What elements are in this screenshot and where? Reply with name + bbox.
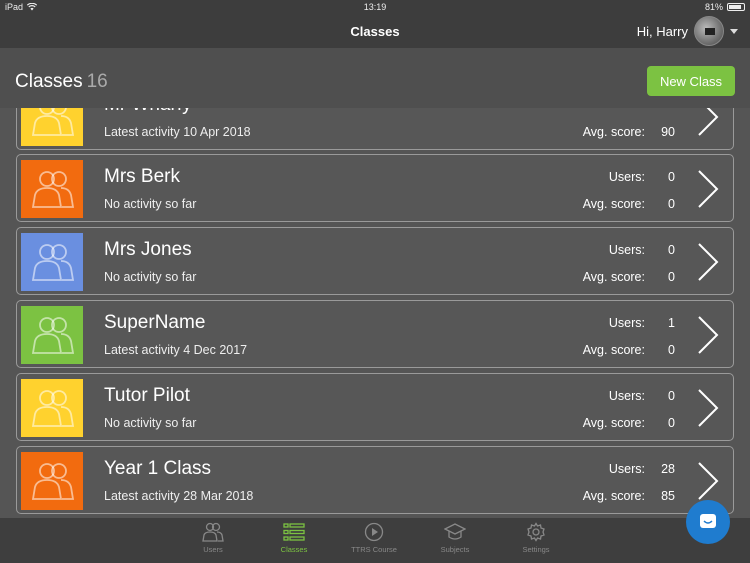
users-label: Users:: [608, 316, 645, 330]
users-icon: [31, 244, 75, 281]
class-card[interactable]: Mrs Berk No activity so far Users: 0 Avg…: [16, 154, 734, 222]
chat-button[interactable]: [686, 500, 730, 544]
users-icon: [31, 463, 75, 500]
chevron-right-icon[interactable]: [697, 388, 719, 428]
status-bar: iPad 13:19 81%: [0, 0, 750, 14]
avg-score-value: 0: [668, 343, 675, 357]
chevron-down-icon[interactable]: [730, 28, 738, 34]
tab-label: Users: [203, 545, 223, 554]
class-name: Year 1 Class: [104, 458, 212, 479]
avg-score-value: 0: [668, 416, 675, 430]
users-label: Users:: [608, 462, 645, 476]
avg-score-value: 90: [661, 125, 675, 139]
class-activity: No activity so far: [104, 270, 197, 284]
battery-icon: [727, 3, 745, 11]
chevron-right-icon[interactable]: [697, 169, 719, 209]
class-activity: Latest activity 10 Apr 2018: [104, 125, 251, 139]
users-label: Users:: [608, 243, 645, 257]
battery-percent: 81%: [704, 2, 723, 12]
avg-score-label: Avg. score:: [582, 489, 645, 503]
class-name: SuperName: [104, 312, 206, 333]
tab-settings[interactable]: Settings: [496, 522, 576, 554]
avg-score-label: Avg. score:: [582, 416, 645, 430]
chevron-right-icon[interactable]: [697, 242, 719, 282]
tab-label: Subjects: [440, 545, 470, 554]
class-card[interactable]: Tutor Pilot No activity so far Users: 0 …: [16, 373, 734, 441]
class-card[interactable]: Mr Wharfy Latest activity 10 Apr 2018 Av…: [16, 108, 734, 150]
avatar[interactable]: [694, 16, 724, 46]
class-name: Mrs Berk: [104, 166, 180, 187]
class-name: Mr Wharfy: [104, 108, 192, 116]
status-battery: 81%: [705, 2, 745, 12]
class-card[interactable]: Year 1 Class Latest activity 28 Mar 2018…: [16, 446, 734, 514]
class-activity: Latest activity 4 Dec 2017: [104, 343, 248, 357]
users-value: 0: [668, 243, 675, 257]
class-name: Tutor Pilot: [104, 385, 190, 406]
users-icon: [31, 171, 75, 208]
avg-score-label: Avg. score:: [582, 197, 645, 211]
users-value: 28: [661, 462, 675, 476]
chat-icon: [700, 514, 716, 528]
chevron-right-icon[interactable]: [697, 315, 719, 355]
page-title: Classes 16: [15, 71, 108, 93]
users-icon: [31, 390, 75, 427]
avg-score-value: 0: [668, 197, 675, 211]
tab-users[interactable]: Users: [173, 522, 253, 554]
chevron-right-icon[interactable]: [697, 108, 719, 137]
users-label: Users:: [608, 389, 645, 403]
tab-classes[interactable]: Classes: [254, 522, 334, 554]
nav-bar: Classes Hi, Harry: [0, 14, 750, 48]
class-activity: No activity so far: [104, 416, 197, 430]
class-thumbnail: [21, 160, 83, 218]
graduation-cap-icon: [444, 523, 466, 540]
chevron-right-icon[interactable]: [697, 461, 719, 501]
class-thumbnail: [21, 233, 83, 291]
avg-score-value: 85: [661, 489, 675, 503]
users-value: 0: [668, 170, 675, 184]
avg-score-label: Avg. score:: [582, 125, 645, 139]
users-value: 1: [668, 316, 675, 330]
users-label: Users:: [608, 170, 645, 184]
tab-ttrs-course[interactable]: TTRS Course: [334, 522, 414, 554]
status-time: 13:19: [363, 2, 387, 12]
page-header: Classes 16 New Class: [0, 48, 750, 108]
new-class-button[interactable]: New Class: [647, 66, 735, 96]
class-thumbnail: [21, 306, 83, 364]
class-activity: Latest activity 28 Mar 2018: [104, 489, 254, 503]
user-greeting: Hi, Harry: [636, 23, 688, 39]
gear-icon: [527, 522, 545, 542]
class-list[interactable]: Mr Wharfy Latest activity 10 Apr 2018 Av…: [0, 108, 750, 518]
tab-bar: Users Classes TTRS Course Subjects Setti…: [0, 518, 750, 563]
users-icon: [31, 317, 75, 354]
class-thumbnail: [21, 108, 83, 146]
page-title-text: Classes: [15, 71, 83, 92]
class-count: 16: [86, 71, 108, 92]
class-thumbnail: [21, 379, 83, 437]
user-menu[interactable]: Hi, Harry: [637, 16, 738, 46]
tab-label: Settings: [522, 545, 550, 554]
play-icon: [364, 522, 384, 542]
users-value: 0: [668, 389, 675, 403]
class-card[interactable]: SuperName Latest activity 4 Dec 2017 Use…: [16, 300, 734, 368]
tab-label: TTRS Course: [351, 545, 397, 554]
class-name: Mrs Jones: [104, 239, 192, 260]
avg-score-value: 0: [668, 270, 675, 284]
users-icon: [202, 522, 224, 542]
classes-list-icon: [283, 523, 305, 541]
avg-score-label: Avg. score:: [582, 343, 645, 357]
avg-score-label: Avg. score:: [582, 270, 645, 284]
tab-subjects[interactable]: Subjects: [415, 522, 495, 554]
class-thumbnail: [21, 452, 83, 510]
tab-label: Classes: [280, 545, 308, 554]
class-card[interactable]: Mrs Jones No activity so far Users: 0 Av…: [16, 227, 734, 295]
users-icon: [31, 108, 75, 136]
class-activity: No activity so far: [104, 197, 197, 211]
